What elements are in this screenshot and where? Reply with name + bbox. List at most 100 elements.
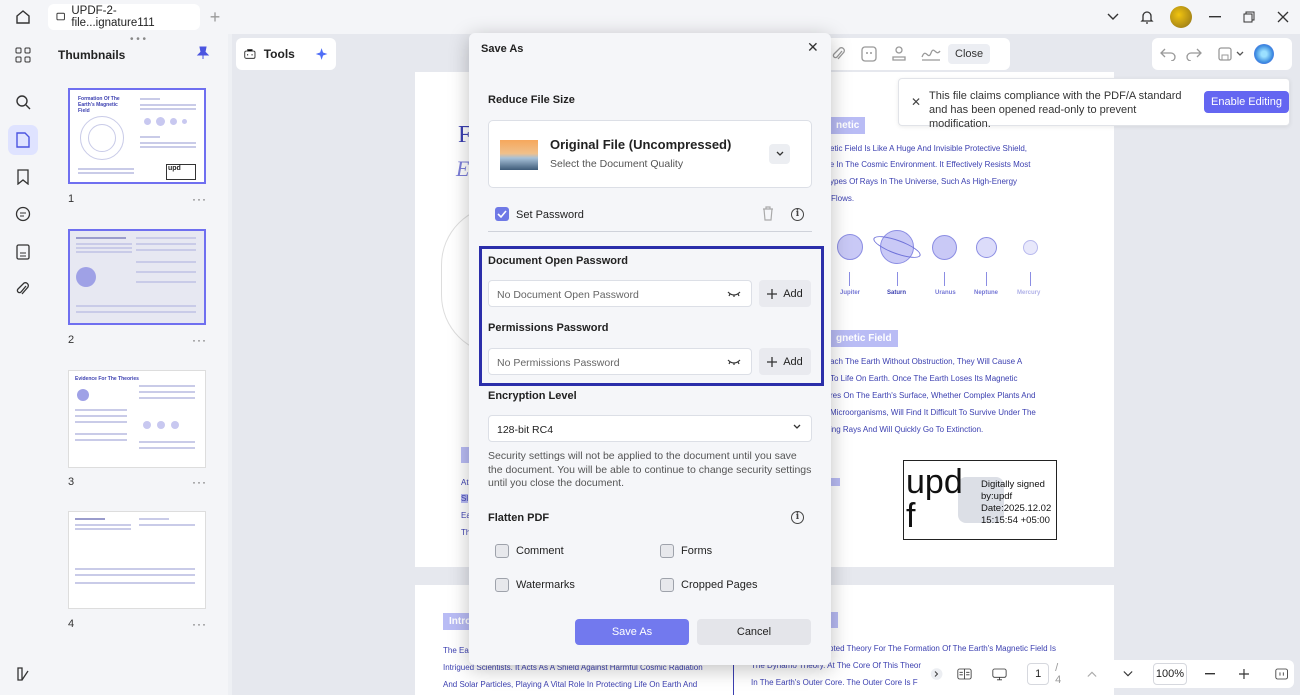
add-open-password-button[interactable]: Add — [759, 280, 811, 307]
body-text: etic Field Is Like A Huge And Invisible … — [830, 144, 1027, 153]
attachment-icon[interactable] — [8, 274, 38, 304]
undo-icon[interactable] — [1160, 47, 1176, 61]
chevron-down-icon[interactable] — [1236, 51, 1244, 57]
page-thumbnail-1[interactable]: Formation Of The Earth's Magnetic Field … — [68, 88, 206, 184]
attachment-icon[interactable] — [832, 46, 846, 62]
chevron-down-icon — [793, 424, 801, 429]
minimize-icon[interactable] — [1198, 0, 1232, 34]
bookmark-icon[interactable] — [8, 162, 38, 192]
quality-selector[interactable]: Original File (Uncompressed) Select the … — [488, 120, 812, 188]
sticker-icon[interactable] — [860, 45, 878, 63]
open-password-label: Document Open Password — [488, 255, 628, 267]
digital-signature-box[interactable]: upd f Digitally signed by:updf Date:2025… — [903, 460, 1057, 540]
readonly-notice: ✕ This file claims compliance with the P… — [898, 78, 1290, 130]
body-text: ach The Earth Without Obstruction, They … — [830, 357, 1023, 366]
pin-icon[interactable] — [196, 46, 210, 63]
eye-closed-icon[interactable] — [727, 290, 741, 298]
planet-neptune — [976, 237, 997, 258]
section-chip: netic — [830, 117, 866, 134]
home-icon[interactable] — [0, 0, 46, 34]
info-icon[interactable]: i — [791, 208, 804, 221]
trash-icon[interactable] — [762, 206, 774, 221]
restore-icon[interactable] — [1232, 0, 1266, 34]
page-layout-icon[interactable] — [957, 666, 972, 682]
signature-icon[interactable] — [920, 45, 942, 63]
body-text: And Solar Particles, Playing A Vital Rol… — [443, 680, 698, 689]
redo-icon[interactable] — [1186, 47, 1202, 61]
fit-page-icon[interactable] — [1275, 667, 1288, 681]
plus-icon — [767, 288, 778, 299]
open-password-field[interactable]: No Document Open Password — [488, 280, 752, 307]
tools-button[interactable]: Tools — [236, 38, 336, 70]
body-text: The Ea — [443, 646, 469, 655]
comment-checkbox[interactable] — [495, 544, 509, 558]
body-text: Flows. — [831, 194, 855, 203]
page-menu-3[interactable]: ··· — [192, 475, 207, 489]
thumb-heading: Evidence For The Theories — [75, 376, 139, 382]
page-number-input[interactable]: 1 — [1027, 663, 1050, 685]
ai-sparkle-icon[interactable] — [315, 45, 328, 63]
annotation-toolbar: Close — [826, 38, 1010, 70]
chevron-right-icon[interactable] — [930, 666, 943, 682]
page-menu-1[interactable]: ··· — [192, 192, 207, 206]
page-thumbnail-3[interactable]: Evidence For The Theories — [68, 370, 206, 468]
permissions-password-label: Permissions Password — [488, 322, 609, 334]
cancel-button[interactable]: Cancel — [697, 619, 811, 645]
presentation-icon[interactable] — [992, 666, 1007, 682]
enable-editing-button[interactable]: Enable Editing — [1204, 91, 1289, 113]
body-text: In The Earth's Outer Core. The Outer Cor… — [751, 678, 918, 687]
body-text: res On The Earth's Surface, Whether Comp… — [830, 391, 1036, 400]
watermarks-checkbox[interactable] — [495, 578, 509, 592]
grid-icon[interactable] — [8, 40, 38, 70]
zoom-in-icon[interactable] — [1238, 668, 1249, 680]
chevron-down-icon[interactable] — [769, 144, 790, 164]
close-edit-button[interactable]: Close — [948, 44, 991, 64]
search-icon[interactable] — [8, 87, 38, 117]
next-page-icon[interactable] — [1123, 670, 1133, 678]
comments-icon[interactable] — [8, 199, 38, 229]
close-icon[interactable]: ✕ — [807, 39, 819, 56]
tools-label: Tools — [263, 47, 295, 61]
page-menu-4[interactable]: ··· — [192, 617, 207, 631]
text-fragment: Sl — [461, 494, 469, 503]
close-window-icon[interactable] — [1266, 0, 1300, 34]
page-menu-2[interactable]: ··· — [192, 333, 207, 347]
body-text: To Life On Earth. Once The Earth Loses I… — [830, 374, 1018, 383]
save-icon[interactable] — [1218, 47, 1232, 61]
set-password-label: Set Password — [516, 209, 584, 221]
save-as-button[interactable]: Save As — [575, 619, 689, 645]
stamp-icon[interactable] — [890, 45, 908, 63]
drag-handle[interactable]: • • • — [130, 34, 146, 45]
page-navigation-bar: 1 / 4 100% — [924, 660, 1294, 688]
thumbnails-icon[interactable] — [8, 125, 38, 155]
comment-label: Comment — [516, 545, 564, 557]
zoom-out-icon[interactable] — [1204, 673, 1215, 675]
body-text: le In The Cosmic Environment. It Effecti… — [828, 160, 1031, 169]
planet-label: Neptune — [974, 290, 998, 296]
form-fields-icon[interactable] — [8, 237, 38, 267]
page-thumbnail-2[interactable] — [68, 229, 206, 325]
theme-icon[interactable] — [8, 659, 38, 689]
forms-checkbox[interactable] — [660, 544, 674, 558]
add-permissions-password-button[interactable]: Add — [759, 348, 811, 375]
cropped-pages-checkbox[interactable] — [660, 578, 674, 592]
new-tab-button[interactable]: + — [200, 7, 230, 28]
set-password-checkbox[interactable] — [495, 207, 509, 221]
previous-page-icon[interactable] — [1087, 670, 1097, 678]
section-chip: gnetic Field — [830, 330, 898, 347]
page-thumbnail-4[interactable] — [68, 511, 206, 609]
ai-assistant-icon[interactable] — [1254, 44, 1274, 64]
avatar[interactable] — [1164, 0, 1198, 34]
encryption-level-select[interactable]: 128-bit RC4 — [488, 415, 812, 442]
info-icon[interactable]: i — [791, 511, 804, 524]
eye-closed-icon[interactable] — [727, 358, 741, 366]
document-tab[interactable]: UPDF-2-file...ignature111 — [48, 4, 200, 30]
save-as-dialog: Save As ✕ Reduce File Size Original File… — [469, 33, 831, 665]
bell-icon[interactable] — [1130, 0, 1164, 34]
quality-preview-image — [500, 140, 538, 170]
chevron-down-icon[interactable] — [1096, 0, 1130, 34]
permissions-password-field[interactable]: No Permissions Password — [488, 348, 752, 375]
toolbox-icon — [244, 49, 256, 59]
dismiss-notice-icon[interactable]: ✕ — [911, 95, 921, 109]
zoom-level[interactable]: 100% — [1153, 663, 1187, 685]
